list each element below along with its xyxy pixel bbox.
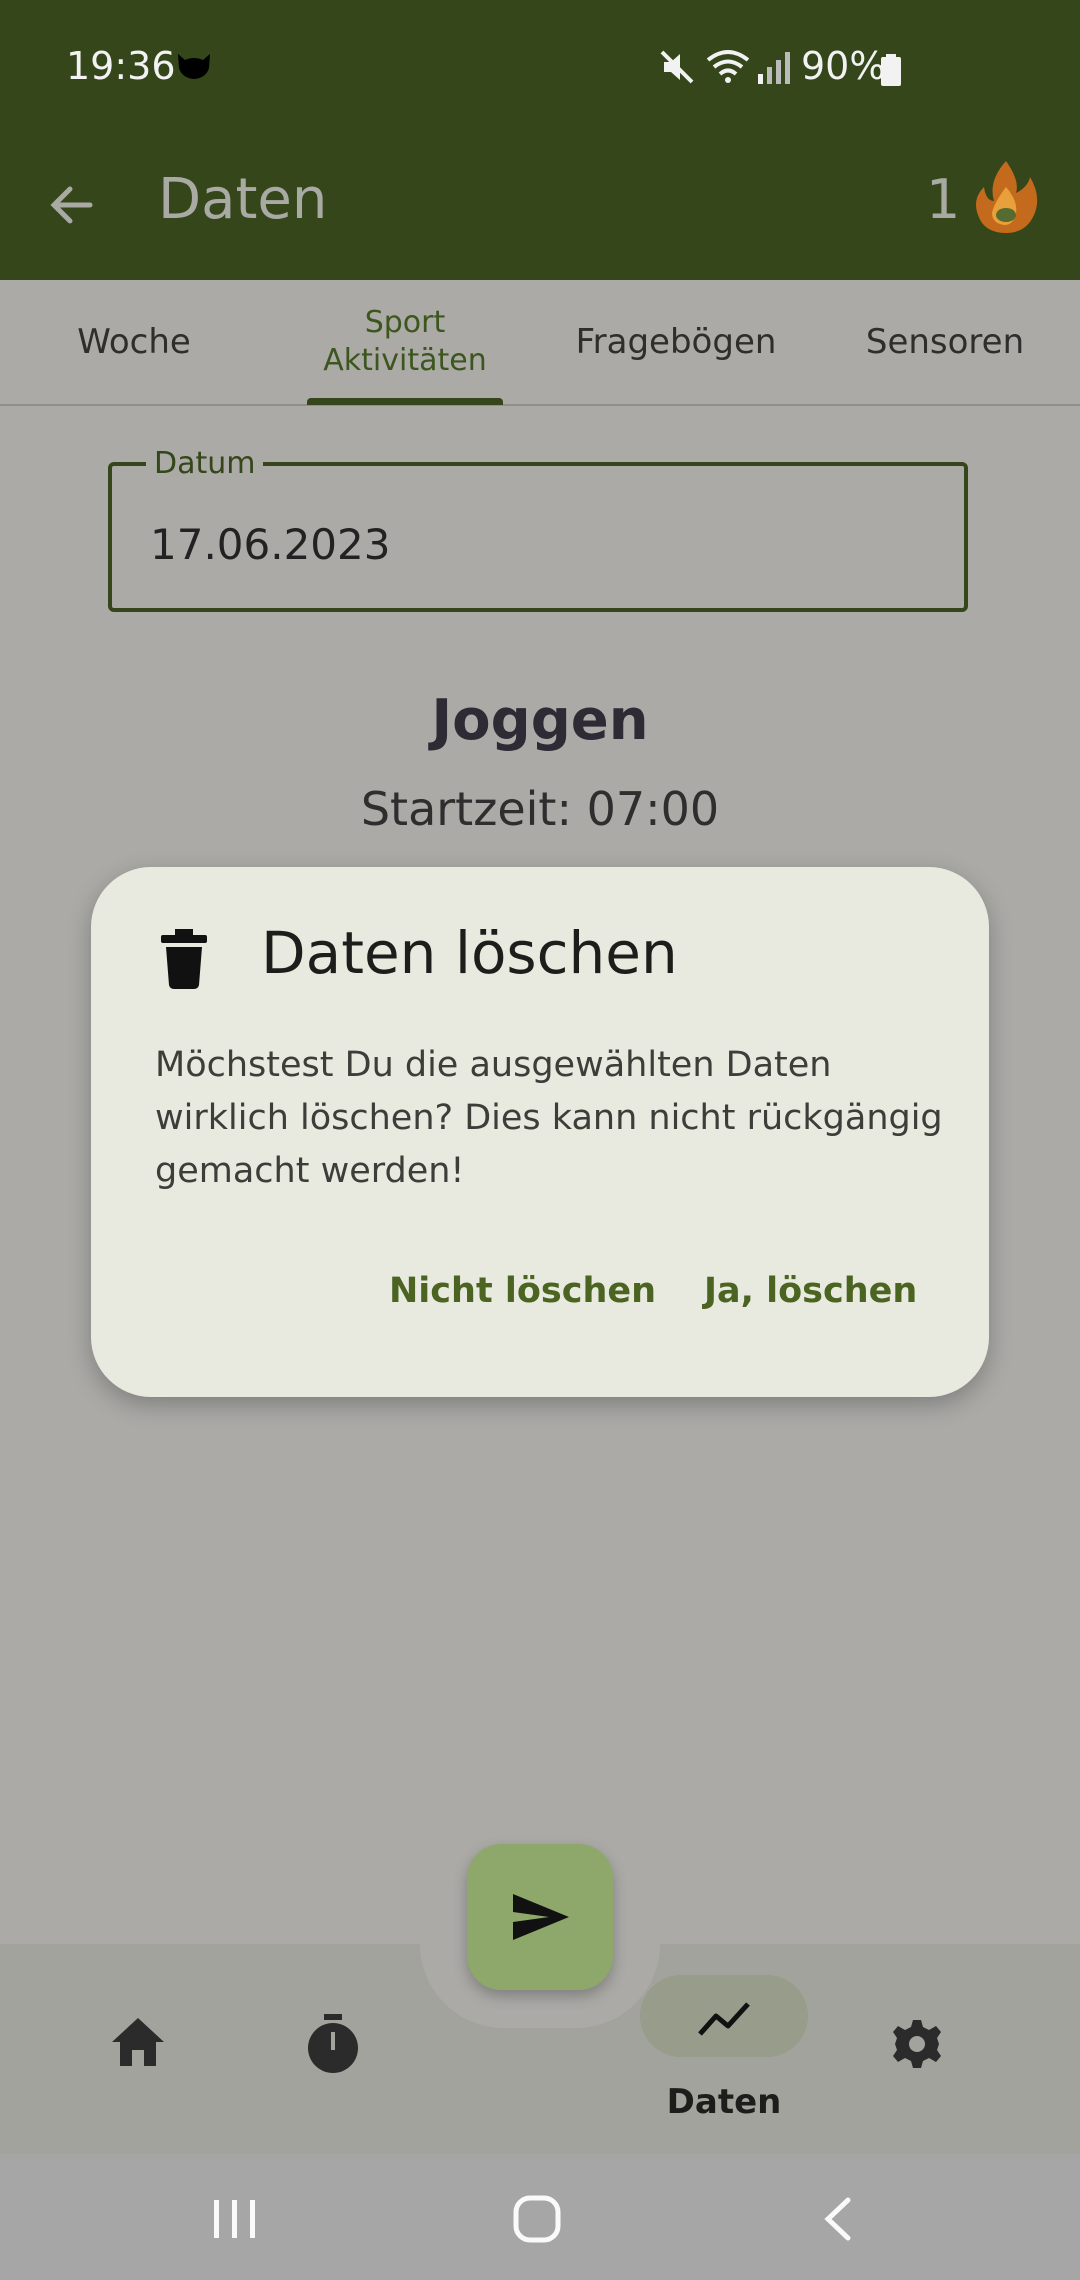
gear-icon[interactable]	[891, 2018, 943, 2070]
battery-percent: 90%	[801, 44, 886, 88]
status-bar: 19:36 90%	[0, 0, 1080, 135]
date-field-value[interactable]: 17.06.2023	[150, 520, 390, 569]
delete-dialog: Daten löschen Möchstest Du die ausgewähl…	[91, 867, 989, 1397]
trash-icon	[161, 929, 207, 989]
tab-frageboegen[interactable]: Fragebögen	[542, 280, 810, 404]
tab-label: Sensoren	[865, 322, 1025, 362]
cancel-button[interactable]: Nicht löschen	[389, 1271, 656, 1311]
dialog-title: Daten löschen	[261, 919, 678, 987]
activity-name: Joggen	[431, 688, 649, 753]
tab-woche[interactable]: Woche	[0, 280, 268, 404]
trend-chart-icon[interactable]	[696, 1996, 752, 2040]
status-time: 19:36	[66, 44, 176, 88]
mute-icon	[660, 50, 694, 84]
tab-label: Sport Aktivitäten	[323, 305, 487, 378]
back-arrow-icon[interactable]	[42, 175, 102, 235]
activity-start-time: Startzeit: 07:00	[360, 782, 720, 836]
nav-label-daten[interactable]: Daten	[624, 2082, 824, 2122]
confirm-delete-button[interactable]: Ja, löschen	[704, 1271, 917, 1311]
tab-sensoren[interactable]: Sensoren	[810, 280, 1080, 404]
battery-icon	[881, 54, 901, 86]
tab-sport-aktivitaeten[interactable]: Sport Aktivitäten	[268, 280, 542, 404]
send-button[interactable]	[467, 1844, 613, 1990]
tab-label: Woche	[77, 322, 191, 362]
tab-label: Fragebögen	[575, 322, 777, 362]
dialog-body: Möchstest Du die ausgewählten Daten wirk…	[155, 1045, 943, 1191]
home-icon[interactable]	[110, 2016, 166, 2068]
signal-icon	[758, 52, 790, 84]
home-button-icon[interactable]	[512, 2194, 562, 2244]
send-icon	[513, 1894, 569, 1940]
page-title: Daten	[158, 167, 328, 232]
wifi-icon	[706, 50, 750, 83]
date-field-label: Datum	[146, 446, 264, 481]
recent-apps-icon[interactable]	[212, 2198, 258, 2240]
tab-indicator	[307, 398, 503, 405]
cat-notification-icon	[178, 54, 210, 79]
stopwatch-icon[interactable]	[306, 2014, 360, 2074]
app-bar: Daten 1	[0, 135, 1080, 280]
flame-icon	[976, 161, 1038, 233]
system-back-icon[interactable]	[822, 2196, 852, 2242]
streak-count: 1	[926, 168, 961, 231]
tab-bar: Woche Sport Aktivitäten Fragebögen Senso…	[0, 280, 1080, 406]
